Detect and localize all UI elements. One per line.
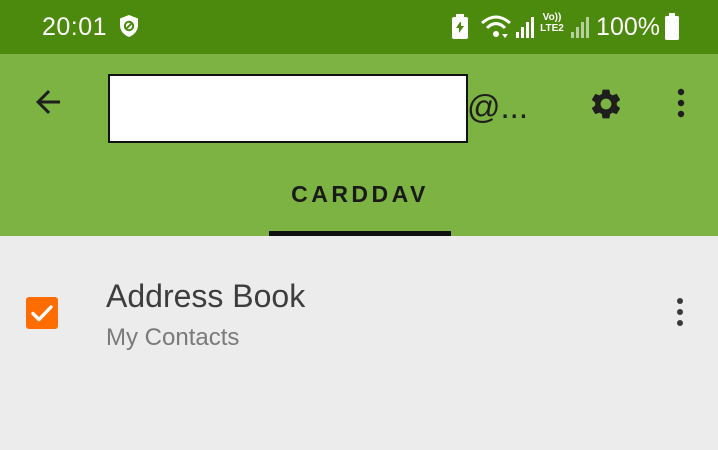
- tab-carddav-label: CARDDAV: [291, 181, 429, 207]
- battery-percentage: 100%: [596, 13, 660, 41]
- check-icon: [31, 305, 53, 322]
- volte-indicator: Vo)) LTE2: [537, 12, 567, 34]
- status-time: 20:01: [42, 13, 108, 41]
- volte-label: Vo)): [542, 12, 562, 23]
- gear-icon[interactable]: [588, 86, 624, 122]
- battery-icon: [665, 13, 679, 40]
- signal-icon-secondary: [571, 17, 589, 38]
- shield-icon: [120, 15, 138, 37]
- wifi-icon: [481, 15, 511, 38]
- item-more-vert-icon[interactable]: [666, 296, 694, 330]
- address-book-item[interactable]: Address Book My Contacts: [0, 262, 718, 358]
- back-arrow-icon[interactable]: [30, 84, 66, 120]
- status-bar: 20:01 Vo)) LTE2 100%: [0, 0, 718, 54]
- account-name-suffix: @...: [467, 88, 529, 125]
- tab-carddav[interactable]: CARDDAV: [269, 166, 451, 236]
- more-vert-icon[interactable]: [666, 86, 696, 122]
- address-book-subtitle: My Contacts: [106, 324, 240, 351]
- address-book-title: Address Book: [106, 278, 306, 314]
- network-label: LTE2: [540, 23, 564, 34]
- battery-saver-icon: [452, 14, 468, 39]
- tab-selected-indicator: [269, 231, 451, 236]
- address-book-checkbox[interactable]: [26, 297, 58, 329]
- account-name-redacted: [108, 74, 468, 143]
- signal-icon: [516, 17, 534, 38]
